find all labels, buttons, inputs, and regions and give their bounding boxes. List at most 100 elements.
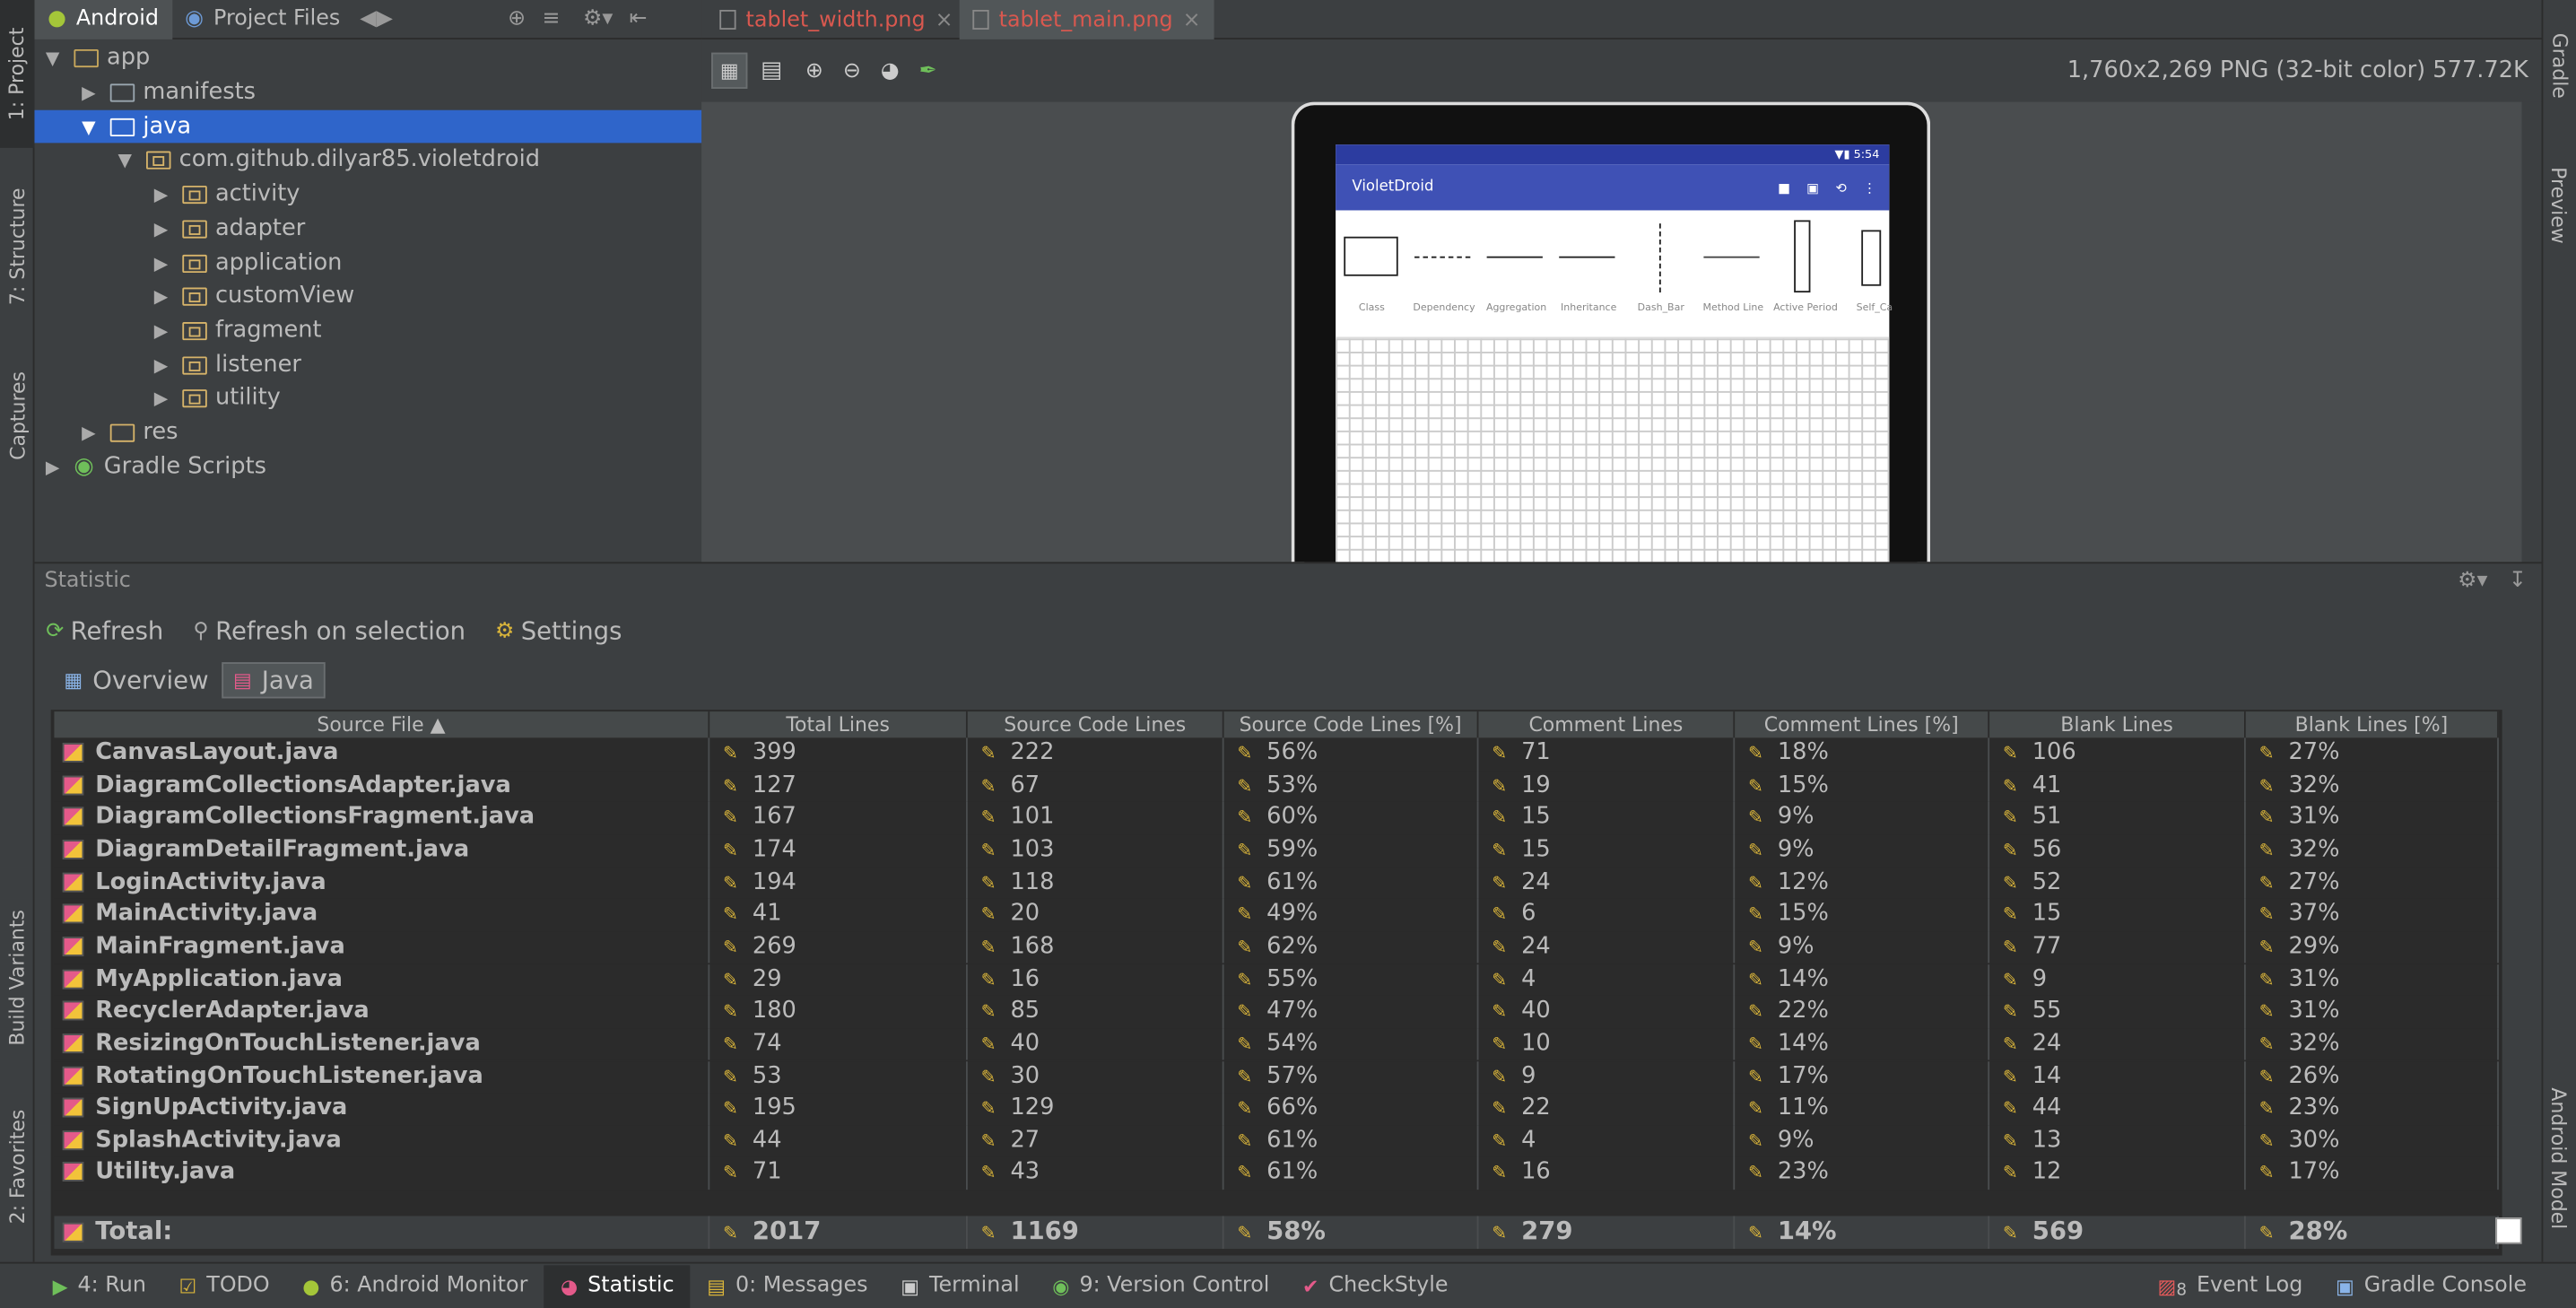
collapsed-arrow-icon[interactable]: ▶ (77, 82, 100, 103)
color-picker-icon[interactable]: ✒ (919, 58, 937, 83)
table-row[interactable]: DiagramCollectionsFragment.java ✎ 167 ✎ 101 ✎… (54, 802, 2499, 835)
table-row[interactable]: CanvasLayout.java ✎ 399 ✎ 222 ✎ 56% ✎ 71 ✎ 18% ✎ 106… (54, 737, 2499, 771)
tool-tab-build-variants[interactable]: Build Variants (0, 887, 34, 1068)
collapse-icon[interactable]: ≡ (542, 6, 560, 31)
table-row[interactable]: MyApplication.java ✎ 29 ✎ 16 ✎ 55% ✎ 4 ✎ 14% ✎ 9 ✎ 31% (54, 964, 2499, 997)
gear-icon[interactable]: ⚙▾ (583, 6, 613, 31)
collapsed-arrow-icon[interactable]: ▶ (150, 285, 173, 307)
tree-item-java[interactable]: ▼ java (34, 109, 702, 144)
column-header[interactable]: Total Lines (709, 711, 968, 738)
bottom-tab-9-version-control[interactable]: ◉ 9: Version Control (1036, 1264, 1286, 1307)
bottom-tab-statistic[interactable]: ◕ Statistic (544, 1264, 691, 1308)
table-row[interactable]: SignUpActivity.java ✎ 195 ✎ 129 ✎ 66% ✎ 22 ✎ 11% ✎ 4… (54, 1093, 2499, 1126)
tree-item-activity[interactable]: ▶ activity (34, 178, 701, 211)
metric-icon: ✎ (2258, 871, 2275, 894)
chessboard-toggle-icon[interactable]: ▦ (711, 52, 748, 89)
table-row[interactable]: RecyclerAdapter.java ✎ 180 ✎ 85 ✎ 47% ✎ 40 ✎ 22% ✎ 5… (54, 996, 2499, 1029)
tree-item-com-github-dilyar85-violetdroid[interactable]: ▼ com.github.dilyar85.violetdroid (34, 143, 701, 176)
tree-item-customview[interactable]: ▶ customView (34, 279, 701, 312)
bottom-tab-gradle-console[interactable]: ▣ Gradle Console (2319, 1264, 2544, 1307)
bottom-tab-todo[interactable]: ☑ TODO (162, 1264, 286, 1307)
bottom-tab-event-log[interactable]: ▨ 8 Event Log (2141, 1264, 2319, 1307)
tree-item-res[interactable]: ▶ res (34, 415, 701, 449)
metric-icon: ✎ (1237, 1000, 1253, 1023)
tool-tab-favorites[interactable]: 2: Favorites (0, 1085, 34, 1249)
bottom-tab-4-run[interactable]: ▶ 4: Run (36, 1264, 162, 1307)
expanded-arrow-icon[interactable]: ▼ (77, 116, 100, 137)
hide-panel-icon[interactable]: ↧ (2509, 569, 2527, 593)
tab-java[interactable]: ▤ Java (222, 662, 326, 699)
scroll-tabs-icon[interactable]: ◀▶ (360, 6, 393, 31)
table-row[interactable]: LoginActivity.java ✎ 194 ✎ 118 ✎ 61% ✎ 24 ✎ 12% ✎ 52… (54, 867, 2499, 900)
collapsed-arrow-icon[interactable]: ▶ (150, 183, 173, 205)
collapsed-arrow-icon[interactable]: ▶ (150, 354, 173, 376)
tool-tab-project[interactable]: 1: Project (0, 0, 35, 148)
collapsed-arrow-icon[interactable]: ▶ (150, 319, 173, 341)
bottom-tab-6-android-monitor[interactable]: ● 6: Android Monitor (286, 1264, 544, 1307)
tool-tab-structure[interactable]: 7: Structure (0, 164, 34, 328)
table-row[interactable]: MainFragment.java ✎ 269 ✎ 168 ✎ 62% ✎ 24 ✎ 9% ✎ 77 ✎ 2… (54, 931, 2499, 964)
refresh-button[interactable]: ⟳ Refresh (46, 616, 163, 646)
statistic-icon: ◕ (560, 1274, 579, 1298)
zoom-in-icon[interactable]: ⊕ (805, 58, 823, 83)
tree-item-listener[interactable]: ▶ listener (34, 348, 701, 381)
column-header[interactable]: Comment Lines [%] (1735, 711, 1990, 738)
collapsed-arrow-icon[interactable]: ▶ (150, 252, 173, 274)
cell-value: 15% (1777, 772, 1829, 798)
table-row[interactable]: RotatingOnTouchListener.java ✎ 53 ✎ 30 ✎ 57% ✎ 9… (54, 1060, 2499, 1094)
column-header[interactable]: Blank Lines (1989, 711, 2246, 738)
refresh-selection-button[interactable]: ⚲ Refresh on selection (193, 616, 466, 646)
tree-item-fragment[interactable]: ▶ fragment (34, 314, 701, 347)
zoom-out-icon[interactable]: ⊖ (843, 58, 861, 83)
total-row[interactable]: Total: ✎ 2017 ✎ 1169 ✎ 58% ✎ 279 ✎ 14% ✎ 569 ✎ 28% (54, 1216, 2499, 1249)
expanded-arrow-icon[interactable]: ▼ (113, 149, 136, 170)
table-row[interactable]: Utility.java ✎ 71 ✎ 43 ✎ 61% ✎ 16 ✎ 23% ✎ 12 ✎ 17% (54, 1157, 2499, 1190)
close-icon[interactable]: × (1183, 7, 1201, 31)
tree-item-gradle-scripts[interactable]: ▶ ◉ Gradle Scripts (34, 450, 701, 484)
canvas-scrollbar[interactable] (2521, 101, 2542, 562)
collapsed-arrow-icon[interactable]: ▶ (150, 387, 173, 408)
metric-icon: ✎ (1747, 807, 1763, 829)
column-header[interactable]: Source Code Lines [%] (1223, 711, 1479, 738)
tree-item-manifests[interactable]: ▶ manifests (34, 75, 701, 109)
tool-tab-captures[interactable]: Captures (0, 345, 34, 485)
cell-value: 31% (2288, 998, 2340, 1025)
column-header[interactable]: Source Code Lines (967, 711, 1224, 738)
tree-item-app[interactable]: ▼ app (34, 41, 701, 74)
editor-tab-tablet-width[interactable]: tablet_width.png × (707, 0, 967, 39)
settings-button[interactable]: ⚙ Settings (495, 616, 622, 646)
locate-icon[interactable]: ⊕ (508, 6, 526, 31)
grid-toggle-icon[interactable]: ▤ (761, 57, 782, 83)
tab-overview[interactable]: ▦ Overview (54, 662, 218, 698)
hide-panel-icon[interactable]: ⇤ (630, 6, 648, 31)
view-selector-project-files[interactable]: ◉ Project Files (172, 0, 353, 39)
bottom-tab-checkstyle[interactable]: ✔ CheckStyle (1286, 1264, 1465, 1307)
collapsed-arrow-icon[interactable]: ▶ (150, 218, 173, 240)
collapsed-arrow-icon[interactable]: ▶ (41, 456, 65, 477)
editor-tab-tablet-main[interactable]: tablet_main.png × (959, 0, 1214, 39)
bottom-tab-0-messages[interactable]: ▤ 0: Messages (691, 1264, 884, 1307)
gear-icon[interactable]: ⚙▾ (2458, 569, 2487, 593)
table-row[interactable]: MainActivity.java ✎ 41 ✎ 20 ✎ 49% ✎ 6 ✎ 15% ✎ 15 ✎ 37% (54, 899, 2499, 932)
tree-item-utility[interactable]: ▶ utility (34, 381, 701, 414)
tree-item-adapter[interactable]: ▶ adapter (34, 212, 701, 245)
view-selector-android[interactable]: ● Android (34, 0, 172, 39)
tool-tab-android-model[interactable]: Android Model (2542, 1068, 2576, 1249)
table-row[interactable]: SplashActivity.java ✎ 44 ✎ 27 ✎ 61% ✎ 4 ✎ 9% ✎ 13 ✎ 30… (54, 1125, 2499, 1158)
column-header[interactable]: Comment Lines (1478, 711, 1736, 738)
cell-value: 61% (1266, 868, 1318, 895)
table-row[interactable]: DiagramCollectionsAdapter.java ✎ 127 ✎ 67 ✎ 53… (54, 770, 2499, 803)
metric-cell: ✎ 71 (1478, 737, 1736, 771)
table-row[interactable]: ResizingOnTouchListener.java ✎ 74 ✎ 40 ✎ 54% ✎ 1… (54, 1028, 2499, 1061)
tree-item-application[interactable]: ▶ application (34, 247, 701, 280)
tool-tab-gradle[interactable]: Gradle (2542, 8, 2576, 123)
column-header[interactable]: Source File ▲ (54, 711, 710, 738)
tool-tab-preview[interactable]: Preview (2542, 148, 2576, 263)
close-icon[interactable]: × (936, 7, 953, 31)
expanded-arrow-icon[interactable]: ▼ (41, 47, 65, 68)
table-row[interactable]: DiagramDetailFragment.java ✎ 174 ✎ 103 ✎ 59% ✎ 1… (54, 834, 2499, 868)
column-header[interactable]: Blank Lines [%] (2245, 711, 2499, 738)
bottom-tab-terminal[interactable]: ▣ Terminal (884, 1264, 1036, 1307)
actual-size-icon[interactable]: ◕ (881, 58, 900, 83)
collapsed-arrow-icon[interactable]: ▶ (77, 422, 100, 443)
